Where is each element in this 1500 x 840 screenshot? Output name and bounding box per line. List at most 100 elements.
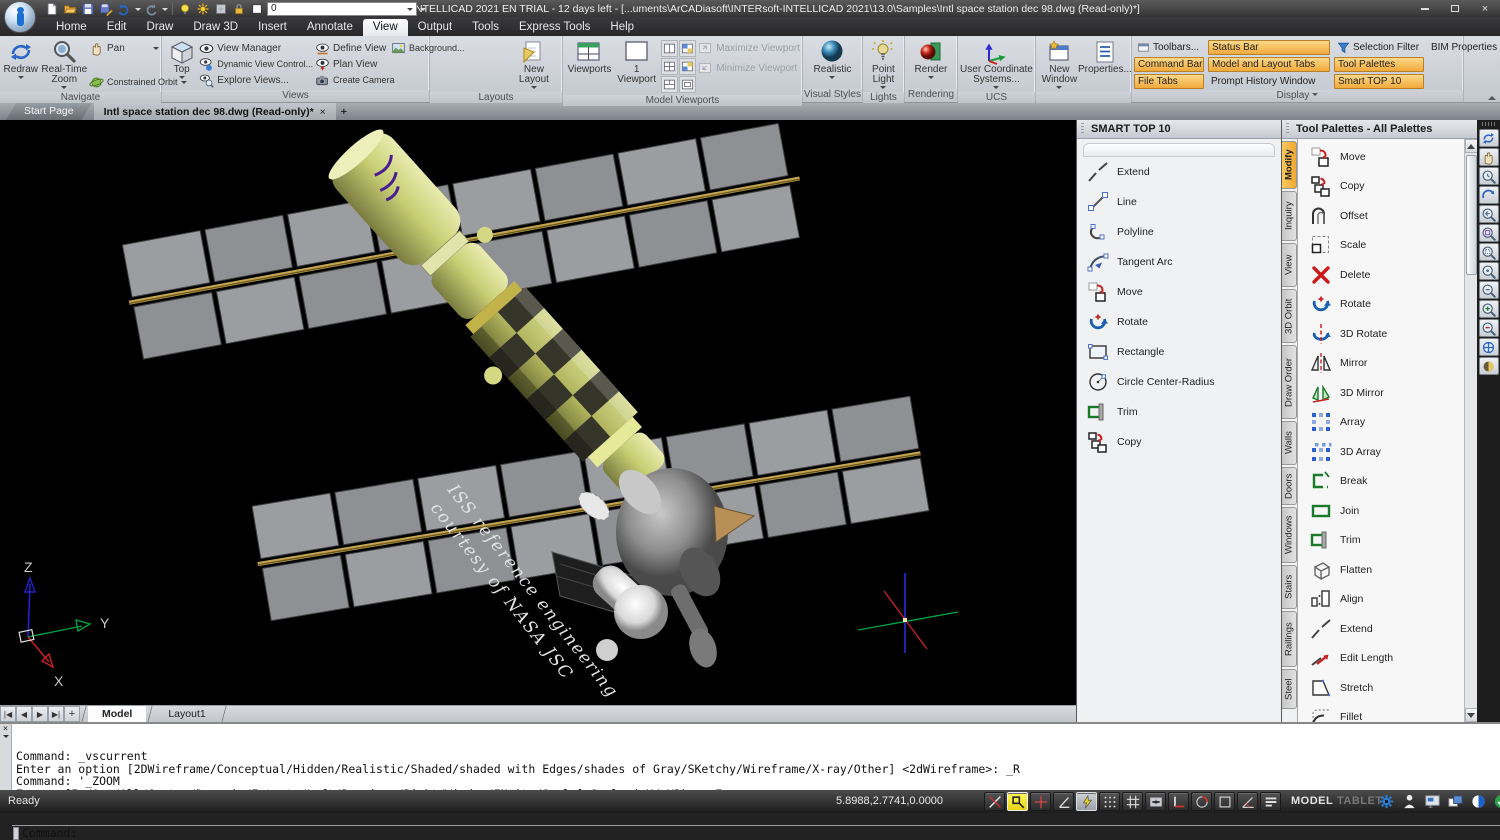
viewport-config-button[interactable]: 1 Viewport <box>614 38 659 95</box>
palette-edit-length[interactable]: Edit Length <box>1306 644 1464 674</box>
palette-3d-mirror[interactable]: 3D Mirror <box>1306 378 1464 408</box>
palette-tab-windows[interactable]: Windows <box>1282 507 1297 563</box>
palette-flatten[interactable]: Flatten <box>1306 555 1464 585</box>
viewport-split-4-button[interactable] <box>661 58 678 75</box>
restore-button[interactable] <box>1440 1 1470 16</box>
maximize-viewport-button[interactable]: Maximize Viewport <box>698 40 800 56</box>
rail-zoom-realtime-button[interactable] <box>1479 167 1499 185</box>
viewport-join-button[interactable] <box>679 76 696 93</box>
redraw-button[interactable]: Redraw <box>2 38 40 92</box>
windows-arrange-icon[interactable] <box>1447 793 1464 810</box>
smart-move[interactable]: Move <box>1083 277 1275 307</box>
rail-zoom-scale-button[interactable] <box>1479 281 1499 299</box>
palette-align[interactable]: Align <box>1306 585 1464 615</box>
menu-tab-edit[interactable]: Edit <box>97 19 137 36</box>
close-tab-icon[interactable]: × <box>320 106 326 118</box>
crosshair-toggle[interactable] <box>1030 792 1051 811</box>
esnap-toggle[interactable] <box>1076 792 1097 811</box>
new-file-button[interactable] <box>44 1 60 16</box>
plan-view-button[interactable]: Plan View <box>315 56 391 72</box>
scroll-up-icon[interactable] <box>1465 139 1478 153</box>
file-tabs-toggle[interactable]: File Tabs <box>1134 74 1204 89</box>
display-group-label[interactable]: Display <box>1132 90 1463 102</box>
smart-top10-header[interactable]: SMART TOP 10 <box>1077 120 1281 139</box>
model-and-layout-tabs-toggle[interactable]: Model and Layout Tabs <box>1208 57 1330 72</box>
palette-scrollbar[interactable] <box>1464 139 1477 722</box>
define-view-button[interactable]: Define View <box>315 40 391 56</box>
command-input[interactable]: Command: <box>12 825 1500 840</box>
rail-zoom-center-button[interactable] <box>1479 262 1499 280</box>
palette-tab-steel[interactable]: Steel <box>1282 669 1297 709</box>
model-tab[interactable]: Model <box>88 706 146 722</box>
status-bar-toggle[interactable]: Status Bar <box>1208 40 1330 55</box>
user-coordinate-systems-button[interactable]: User Coordinate Systems... <box>960 38 1033 92</box>
grid-toggle[interactable] <box>1122 792 1143 811</box>
redo-dropdown-icon[interactable] <box>162 8 168 14</box>
scroll-down-icon[interactable] <box>1465 708 1478 722</box>
smart-trim[interactable]: Trim <box>1083 397 1275 427</box>
menu-tab-annotate[interactable]: Annotate <box>297 19 363 36</box>
rail-zoom-in-button[interactable] <box>1479 300 1499 318</box>
screen-share-icon[interactable] <box>1424 793 1441 810</box>
palette-offset[interactable]: Offset <box>1306 201 1464 231</box>
transparency-toggle[interactable] <box>1191 792 1212 811</box>
undo-button[interactable] <box>116 1 132 16</box>
dynamic-view-control-button[interactable]: Dynamic View Control... <box>199 56 315 72</box>
next-tab-button[interactable]: ▶ <box>32 706 48 722</box>
palette-3d-rotate[interactable]: 3D Rotate <box>1306 319 1464 349</box>
rail-zoom-out-button[interactable] <box>1479 319 1499 337</box>
add-layout-button[interactable]: + <box>64 706 80 722</box>
viewport-split-l-button[interactable] <box>661 76 678 93</box>
toolbar-grip[interactable] <box>1482 122 1495 126</box>
pan-button[interactable]: Pan <box>89 40 159 56</box>
palette-rotate[interactable]: Rotate <box>1306 290 1464 320</box>
viewport-named-1-button[interactable] <box>679 40 696 57</box>
qat-customize-icon[interactable] <box>420 8 426 14</box>
new-window-button[interactable]: New Window <box>1038 38 1081 92</box>
layer-color-swatch[interactable] <box>249 1 265 16</box>
selection-filter-button[interactable]: Selection Filter <box>1334 40 1424 55</box>
palette-array[interactable]: Array <box>1306 408 1464 438</box>
ortho-toggle[interactable] <box>1145 792 1166 811</box>
drawing-canvas[interactable]: ISS reference engineering courtesy of NA… <box>0 120 1076 705</box>
layer-combobox[interactable]: 0 <box>267 2 417 16</box>
create-camera-button[interactable]: Create Camera <box>315 72 391 88</box>
palette-tab-draw-order[interactable]: Draw Order <box>1282 345 1297 419</box>
smart-rectangle[interactable]: Rectangle <box>1083 337 1275 367</box>
scrollbar-thumb[interactable] <box>1466 155 1477 275</box>
viewport-split-2-button[interactable] <box>661 40 678 57</box>
palette-mirror[interactable]: Mirror <box>1306 349 1464 379</box>
last-tab-button[interactable]: ▶| <box>48 706 64 722</box>
layer-on-off-icon[interactable] <box>177 1 193 16</box>
quickinput-toggle[interactable] <box>1214 792 1235 811</box>
rail-orbit-button[interactable] <box>1479 186 1499 204</box>
user-icon[interactable] <box>1401 793 1418 810</box>
menu-tab-draw3d[interactable]: Draw 3D <box>183 19 248 36</box>
new-tab-button[interactable]: + <box>336 103 352 120</box>
minimize-viewport-button[interactable]: Minimize Viewport <box>698 60 800 76</box>
palette-break[interactable]: Break <box>1306 467 1464 497</box>
constrained-orbit-button[interactable]: Constrained Orbit <box>89 74 159 90</box>
palette-copy[interactable]: Copy <box>1306 172 1464 202</box>
model-space-button[interactable]: MODEL <box>1291 795 1333 807</box>
angle-toggle[interactable] <box>1237 792 1258 811</box>
smart-line[interactable]: Line <box>1083 187 1275 217</box>
palette-tab-3d-orbit[interactable]: 3D Orbit <box>1282 289 1297 343</box>
rail-redraw-button[interactable] <box>1479 129 1499 147</box>
viewports-button[interactable]: Viewports <box>565 38 614 95</box>
minimize-ribbon-icon[interactable] <box>1488 92 1496 100</box>
smart-polyline[interactable]: Polyline <box>1083 217 1275 247</box>
palette-join[interactable]: Join <box>1306 496 1464 526</box>
palette-tab-walls[interactable]: Walls <box>1282 421 1297 465</box>
command-bar-toggle[interactable]: Command Bar <box>1134 57 1204 72</box>
menu-tab-insert[interactable]: Insert <box>248 19 297 36</box>
smart-copy[interactable]: Copy <box>1083 427 1275 457</box>
menu-tab-draw[interactable]: Draw <box>137 19 184 36</box>
rail-shade-button[interactable] <box>1479 357 1499 375</box>
menu-tab-help[interactable]: Help <box>600 19 644 36</box>
layer-lock-icon[interactable] <box>231 1 247 16</box>
viewport-named-2-button[interactable] <box>679 58 696 75</box>
palette-tab-inquiry[interactable]: Inquiry <box>1282 191 1297 241</box>
palette-tab-stairs[interactable]: Stairs <box>1282 565 1297 609</box>
menu-tab-express-tools[interactable]: Express Tools <box>509 19 600 36</box>
